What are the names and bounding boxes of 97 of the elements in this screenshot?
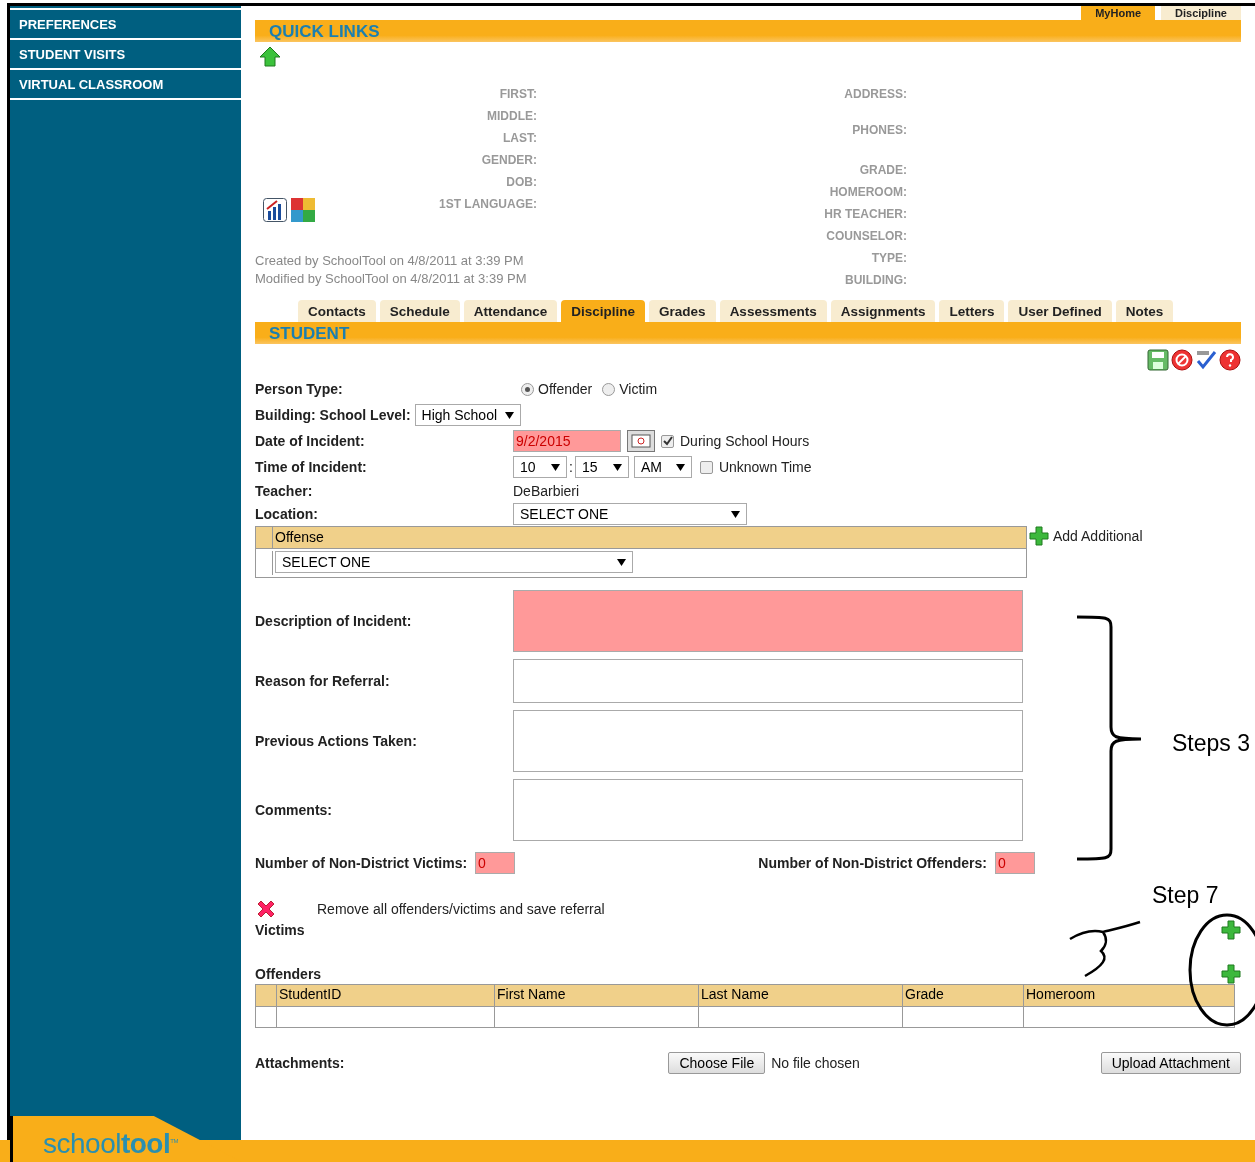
column-header: First Name <box>494 985 698 1007</box>
victims-label: Victims <box>255 922 305 938</box>
text-area[interactable] <box>513 658 1023 703</box>
minute-select[interactable]: 15 <box>574 456 629 478</box>
column-header: StudentID <box>276 985 494 1007</box>
dropdown-caret-icon <box>617 558 626 566</box>
field-label: FIRST: <box>499 86 537 102</box>
am-pm-select[interactable]: AM <box>633 456 692 478</box>
tab[interactable]: Notes <box>1115 300 1174 322</box>
calendar-icon[interactable] <box>627 430 655 452</box>
text-area[interactable] <box>513 778 1023 841</box>
add-offender-icon[interactable] <box>1221 964 1241 984</box>
sidebar-item[interactable]: STUDENT VISITS <box>10 40 241 70</box>
field-label: MIDDLE: <box>487 108 537 124</box>
radio-label: Offender <box>538 381 593 397</box>
column-header: Grade <box>902 985 1023 1007</box>
offense-select[interactable]: SELECT ONE <box>275 551 633 573</box>
sidebar-item[interactable]: VIRTUAL CLASSROOM <box>10 70 241 100</box>
sidebar-item[interactable]: PREFERENCES <box>10 8 241 40</box>
remove-note: Remove all offenders/victims and save referral <box>317 901 605 917</box>
dropdown-caret-icon <box>551 463 560 471</box>
field-label: GENDER: <box>481 152 537 168</box>
annotation: Steps 3 <box>1172 730 1250 757</box>
dropdown-caret-icon <box>505 411 515 419</box>
radio-button[interactable] <box>602 382 616 396</box>
time-separator: : <box>569 459 573 475</box>
field-label: Attachments: <box>255 1055 345 1071</box>
dropdown-caret-icon <box>675 463 685 471</box>
dropdown-caret-icon <box>731 510 740 518</box>
tab[interactable]: Grades <box>649 300 716 322</box>
dropdown-caret-icon <box>612 463 622 471</box>
field-label: COUNSELOR: <box>826 228 907 244</box>
annotation: Step 7 <box>1152 882 1219 909</box>
add-victim-icon[interactable] <box>1221 920 1241 940</box>
field-label: PHONES: <box>852 122 907 138</box>
checkbox[interactable] <box>699 460 713 474</box>
field-label: Location: <box>255 506 319 522</box>
field-label: HR TEACHER: <box>824 206 907 222</box>
field-label: LAST: <box>503 130 537 146</box>
column-header: Last Name <box>698 985 902 1007</box>
modified-note: Modified by SchoolTool on 4/8/2011 at 3:39 PM <box>255 270 528 288</box>
field-label: GRADE: <box>859 162 907 178</box>
column-header: Offense <box>272 527 1026 548</box>
add-icon[interactable] <box>1029 526 1049 546</box>
save-icon[interactable] <box>1147 349 1169 371</box>
field-label: HOMEROOM: <box>829 184 907 200</box>
radio-label: Victim <box>619 381 658 397</box>
tab[interactable]: Attendance <box>463 300 558 322</box>
top-tab[interactable]: Discipline <box>1161 6 1241 20</box>
field-label: Date of Incident: <box>255 433 366 449</box>
field-label: 1ST LANGUAGE: <box>439 196 537 212</box>
field-label: DOB: <box>506 174 537 190</box>
field-label: Comments: <box>255 801 333 818</box>
teacher-name: DeBarbieri <box>513 483 581 499</box>
field-label: Person Type: <box>255 381 344 397</box>
field-label: ADDRESS: <box>844 86 907 102</box>
up-arrow-icon[interactable] <box>259 46 281 68</box>
tab[interactable]: User Defined <box>1008 300 1112 322</box>
choose-file-button[interactable]: Choose File <box>668 1052 766 1074</box>
tab[interactable]: Schedule <box>379 300 460 322</box>
tab[interactable]: Letters <box>939 300 1005 322</box>
school-level-select[interactable]: High School <box>414 404 522 426</box>
cancel-icon[interactable] <box>1171 349 1193 371</box>
field-label: Teacher: <box>255 483 314 499</box>
file-status: No file chosen <box>771 1055 860 1071</box>
location-select[interactable]: SELECT ONE <box>513 503 747 525</box>
upload-attachment-button[interactable]: Upload Attachment <box>1100 1052 1241 1074</box>
checkbox-label: During School Hours <box>680 433 810 449</box>
add-additional-link[interactable]: Add Additional <box>1053 528 1143 544</box>
tab[interactable]: Assessments <box>719 300 827 322</box>
field-label: Number of Non-District Offenders: <box>758 855 987 871</box>
created-note: Created by SchoolTool on 4/8/2011 at 3:39 PM <box>255 252 525 270</box>
field-label: Building: School Level: <box>255 407 411 423</box>
field-label: Reason for Referral: <box>255 672 391 689</box>
field-label: Description of Incident: <box>255 612 413 629</box>
help-icon[interactable] <box>1219 349 1241 371</box>
student-header: STUDENT <box>255 322 1241 344</box>
radio-button[interactable] <box>521 382 534 396</box>
tab[interactable]: Discipline <box>561 300 646 322</box>
spell-check-icon[interactable] <box>1195 349 1217 371</box>
close-icon[interactable] <box>255 898 277 920</box>
hour-select[interactable]: 10 <box>513 456 567 478</box>
field-label: Time of Incident: <box>255 459 368 475</box>
checkbox-label: Unknown Time <box>718 459 812 475</box>
text-area[interactable] <box>513 709 1023 772</box>
field-label: TYPE: <box>871 250 907 266</box>
column-header: Homeroom <box>1023 985 1234 1007</box>
field-label: Previous Actions Taken: <box>255 732 418 749</box>
checkbox[interactable] <box>661 434 674 448</box>
offenders-label: Offenders <box>255 966 322 982</box>
field-label: BUILDING: <box>845 272 907 288</box>
quick-links-header: QUICK LINKS <box>255 20 1241 42</box>
bar-chart-icon[interactable] <box>263 198 287 222</box>
tab[interactable]: Assignments <box>830 300 936 322</box>
top-tab[interactable]: MyHome <box>1081 6 1156 20</box>
tab[interactable]: Contacts <box>298 300 376 322</box>
field-label: Number of Non-District Victims: <box>255 855 468 871</box>
